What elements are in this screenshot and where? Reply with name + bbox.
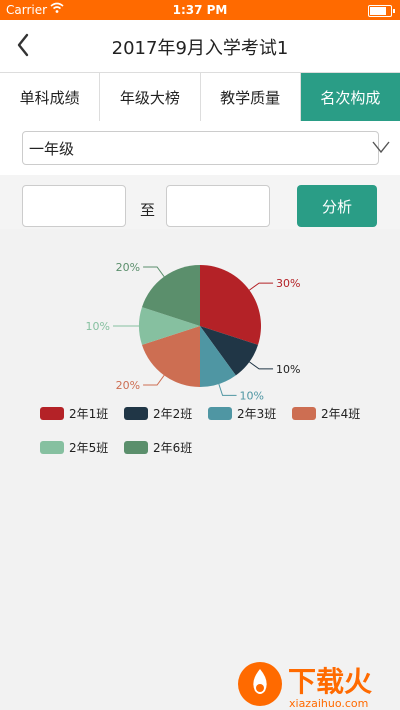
watermark-domain: xiazaihuo.com bbox=[289, 697, 368, 710]
battery-tip bbox=[393, 9, 395, 13]
navigation-bar: 2017年9月入学考试1 bbox=[0, 20, 400, 72]
legend-label-6: 2年6班 bbox=[153, 441, 192, 455]
rank-from-input[interactable] bbox=[22, 185, 126, 227]
tab-teaching-quality[interactable]: 教学质量 bbox=[201, 73, 301, 121]
chart-legend: 2年1班 2年2班 2年3班 2年4班 2年5班 2年6班 bbox=[40, 407, 360, 455]
legend-label-2: 2年2班 bbox=[153, 407, 192, 421]
battery-level bbox=[370, 7, 387, 15]
legend-label-5: 2年5班 bbox=[69, 441, 108, 455]
legend-swatch-2 bbox=[124, 407, 148, 420]
pie-leader-2 bbox=[249, 361, 274, 370]
grade-select[interactable]: 一年级 bbox=[22, 131, 390, 165]
range-separator: 至 bbox=[140, 201, 156, 219]
pie-data-label-1: 30% bbox=[276, 277, 300, 290]
legend-swatch-1 bbox=[40, 407, 64, 420]
tab-rank-composition[interactable]: 名次构成 bbox=[300, 73, 400, 121]
legend-label-1: 2年1班 bbox=[69, 407, 108, 421]
legend-label-3: 2年3班 bbox=[237, 407, 276, 421]
legend-swatch-6 bbox=[124, 441, 148, 454]
tab-grade-ranking[interactable]: 年级大榜 bbox=[100, 73, 201, 121]
battery-icon bbox=[368, 5, 395, 17]
tab-bar: 单科成绩 年级大榜 教学质量 名次构成 bbox=[0, 72, 400, 122]
rank-to-input[interactable] bbox=[166, 185, 270, 227]
analyze-button[interactable]: 分析 bbox=[297, 185, 377, 227]
pie-leader-4 bbox=[143, 375, 165, 386]
flame-logo-dot bbox=[256, 684, 264, 692]
grade-select-value: 一年级 bbox=[29, 140, 75, 158]
legend-swatch-3 bbox=[208, 407, 232, 420]
pie-slices bbox=[139, 265, 261, 387]
page-title: 2017年9月入学考试1 bbox=[111, 38, 289, 59]
legend-swatch-5 bbox=[40, 441, 64, 454]
chart-area: 30% 10% 10% 20% 10% 20% 2年1班 2年2班 2年3班 2年4班 2年5班 2… bbox=[0, 229, 400, 710]
legend-swatch-4 bbox=[292, 407, 316, 420]
grade-filter-row: 一年级 bbox=[0, 121, 400, 175]
pie-data-label-5: 10% bbox=[86, 320, 110, 333]
pie-data-label-3: 10% bbox=[240, 389, 264, 402]
watermark-brand: 下载火 bbox=[288, 665, 372, 698]
legend-label-4: 2年4班 bbox=[321, 407, 360, 421]
tab-single-subject[interactable]: 单科成绩 bbox=[0, 73, 101, 121]
clock: 1:37 PM bbox=[172, 3, 228, 17]
status-bar: Carrier 1:37 PM bbox=[0, 0, 400, 20]
pie-leader-1 bbox=[249, 282, 274, 291]
watermark: 下载火 xiazaihuo.com bbox=[238, 662, 372, 710]
pie-data-label-4: 20% bbox=[116, 379, 140, 392]
rank-range-row: 至 分析 bbox=[0, 175, 400, 229]
pie-data-label-2: 10% bbox=[276, 363, 300, 376]
pie-data-label-6: 20% bbox=[116, 261, 140, 274]
pie-chart: 30%10%10%20%10%20% 2年1班 2年2班 2年3班 2年4班2年5班 2… bbox=[40, 261, 372, 710]
pie-leader-3 bbox=[218, 383, 237, 396]
pie-leader-6 bbox=[143, 266, 165, 277]
